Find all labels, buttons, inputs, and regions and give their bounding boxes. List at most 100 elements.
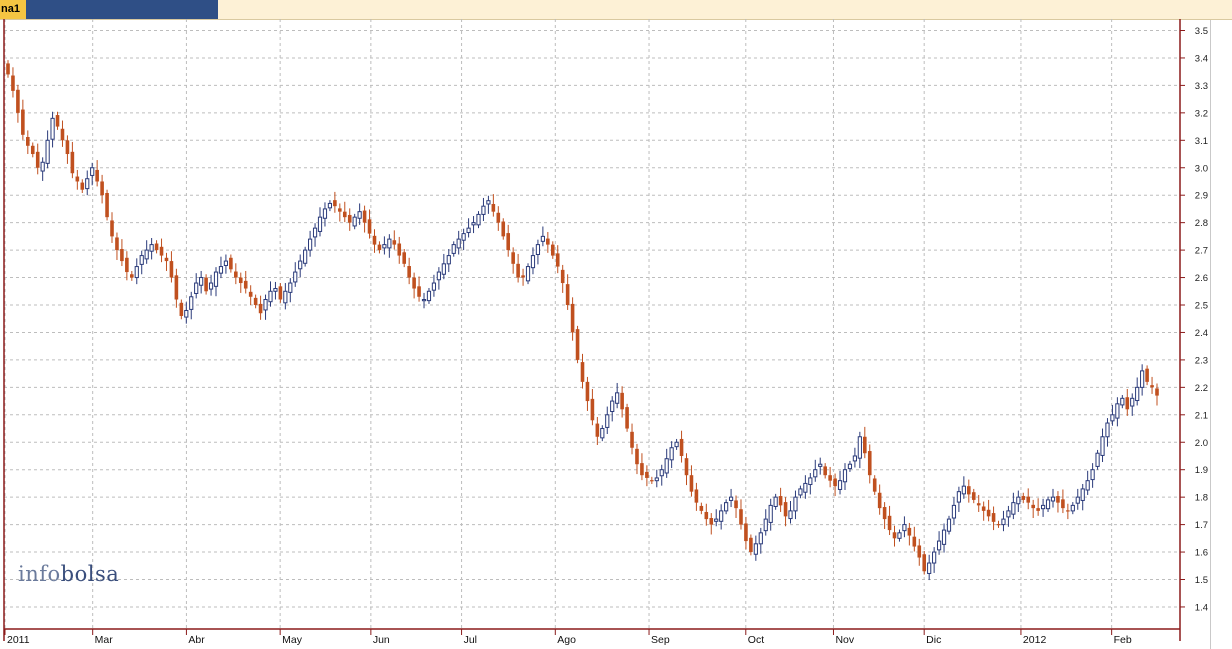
y-tick-label: 3.0: [1195, 163, 1208, 174]
candle: [927, 554, 932, 581]
candle-body: [223, 260, 229, 266]
candle-body: [659, 469, 664, 477]
candle-body: [575, 329, 580, 360]
candle: [90, 162, 95, 186]
candle-body: [184, 309, 189, 318]
candle: [694, 482, 699, 511]
candle: [303, 246, 308, 267]
candle-body: [159, 246, 164, 256]
candle: [417, 276, 421, 302]
candle-body: [115, 237, 119, 251]
candle-body: [724, 502, 729, 512]
candle-body: [248, 291, 253, 297]
candle-body: [417, 286, 421, 297]
candle-body: [882, 507, 887, 520]
candle: [788, 500, 793, 524]
candle: [382, 236, 387, 255]
candle-body: [941, 529, 947, 545]
candle: [95, 160, 99, 187]
candle-body: [130, 274, 134, 278]
x-tick-label: Jun: [373, 634, 390, 646]
candle: [312, 223, 318, 247]
x-tick-label: Mar: [95, 634, 114, 646]
candle: [877, 484, 882, 515]
candle: [897, 529, 902, 542]
candle-body: [382, 244, 387, 249]
candle-body: [288, 282, 293, 293]
candle-body: [213, 271, 219, 287]
candle: [986, 499, 991, 522]
candle: [1125, 388, 1130, 416]
candle: [1016, 490, 1021, 512]
candle-body: [194, 282, 199, 294]
candle-body: [333, 200, 337, 207]
candle-body: [238, 277, 243, 284]
candle-body: [1056, 496, 1060, 503]
candle: [645, 465, 649, 487]
candle-body: [327, 202, 333, 209]
candle: [26, 130, 30, 155]
candle: [867, 444, 872, 484]
candle-body: [347, 214, 352, 223]
candle: [50, 111, 55, 148]
candle-body: [956, 491, 961, 503]
infobolsa-logo: infobolsa: [18, 562, 119, 586]
grid-lines: [4, 19, 1180, 629]
candle: [1150, 376, 1154, 394]
candle-body: [1145, 368, 1149, 382]
candle-body: [813, 469, 818, 478]
candle: [1001, 510, 1006, 532]
candle: [45, 130, 50, 169]
candle: [164, 252, 169, 271]
candle-body: [312, 227, 318, 238]
candle-body: [421, 299, 427, 302]
candle-body: [1155, 388, 1159, 396]
candle: [1135, 377, 1140, 406]
x-tick-label: Dic: [926, 634, 941, 646]
candle-body: [728, 496, 734, 501]
candle-body: [699, 505, 704, 511]
candle-body: [967, 486, 971, 495]
candle: [268, 281, 273, 307]
candle-body: [585, 381, 590, 402]
candle-body: [436, 271, 441, 281]
candle-body: [862, 436, 867, 454]
candle-body: [679, 438, 684, 456]
candle: [704, 503, 709, 526]
candle: [555, 245, 560, 274]
title-bar: [26, 0, 218, 19]
x-tick-label: Sep: [651, 634, 670, 646]
candle-body: [446, 255, 451, 265]
candle: [971, 488, 976, 504]
candle-body: [842, 469, 848, 483]
candle: [922, 550, 927, 575]
candle: [709, 513, 714, 535]
candle-body: [308, 238, 313, 251]
candle-body: [808, 477, 813, 486]
candle-body: [1061, 499, 1065, 509]
candle: [6, 60, 10, 78]
candle-body: [1080, 488, 1085, 501]
candle-body: [471, 222, 476, 226]
chart-tab[interactable]: na1: [0, 0, 27, 19]
x-tick-label: Ago: [557, 634, 576, 646]
candle: [1085, 470, 1090, 495]
candle: [223, 254, 229, 274]
candle-body: [407, 266, 411, 278]
candle: [288, 278, 293, 303]
candle-body: [521, 275, 525, 278]
candle: [308, 230, 313, 257]
candle: [65, 135, 70, 164]
candle: [115, 232, 119, 260]
candle: [174, 268, 179, 308]
candle-body: [234, 271, 238, 278]
candle-body: [1040, 504, 1046, 510]
candle-body: [610, 400, 615, 413]
candle: [466, 218, 471, 238]
candle: [847, 460, 853, 472]
candle-body: [95, 169, 99, 182]
x-tick-label: Abr: [188, 634, 205, 646]
candle: [421, 292, 427, 309]
candle: [446, 249, 451, 273]
candle-body: [674, 441, 679, 448]
